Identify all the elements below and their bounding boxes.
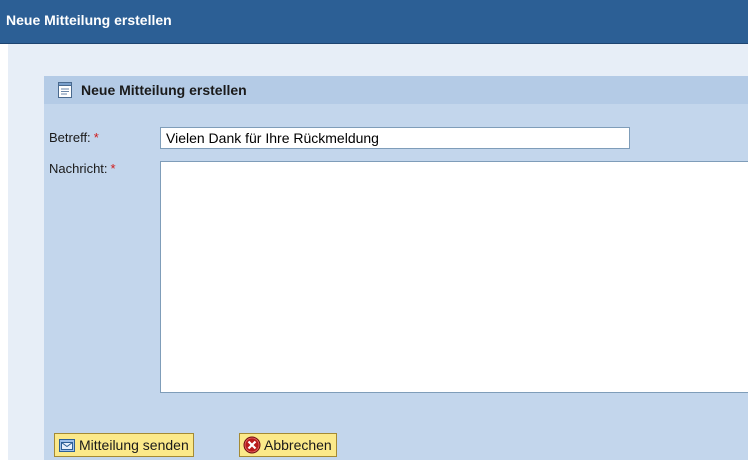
document-icon	[58, 82, 72, 98]
panel-title: Neue Mitteilung erstellen	[81, 82, 247, 98]
message-label: Nachricht: *	[49, 161, 116, 176]
window-titlebar: Neue Mitteilung erstellen	[0, 0, 748, 44]
cancel-icon	[243, 436, 261, 454]
subject-label-text: Betreff:	[49, 130, 91, 145]
message-textarea[interactable]	[160, 161, 748, 393]
mail-send-icon	[59, 439, 75, 452]
subject-label: Betreff: *	[49, 130, 99, 145]
cancel-button[interactable]: Abbrechen	[239, 433, 337, 457]
subject-required-mark: *	[93, 130, 99, 145]
subject-input[interactable]	[160, 127, 630, 149]
compose-panel: Neue Mitteilung erstellen Betreff:* Nach…	[44, 76, 748, 460]
message-required-mark: *	[110, 161, 116, 176]
panel-header: Neue Mitteilung erstellen	[44, 76, 748, 104]
cancel-label: Abbrechen	[264, 437, 332, 453]
window-title: Neue Mitteilung erstellen	[6, 12, 172, 28]
message-label-text: Nachricht:	[49, 161, 108, 176]
send-message-button[interactable]: Mitteilung senden	[54, 433, 194, 457]
send-message-label: Mitteilung senden	[79, 437, 189, 453]
